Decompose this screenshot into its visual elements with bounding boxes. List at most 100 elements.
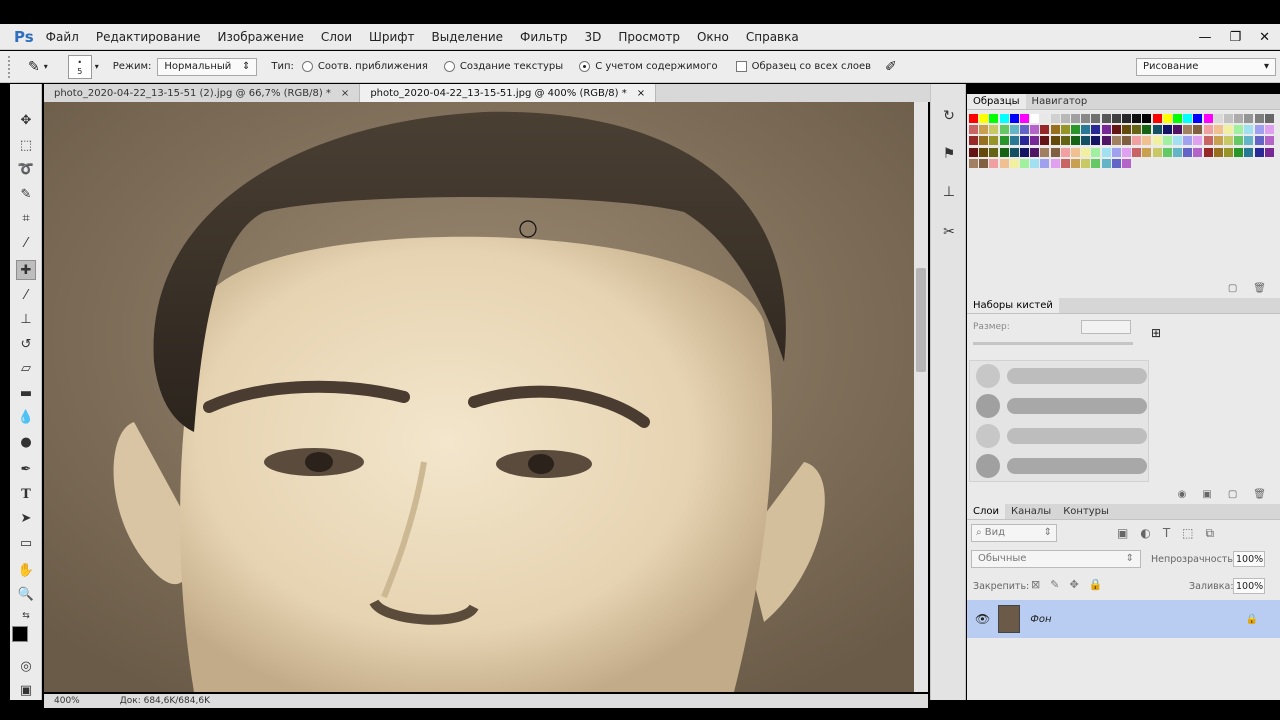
color-swatch[interactable] <box>1040 125 1050 135</box>
color-swatch[interactable] <box>1122 136 1131 146</box>
image-filter-icon[interactable]: ▣ <box>1117 526 1128 541</box>
eye-icon[interactable]: 👁 <box>975 612 990 626</box>
brush-panel-icon[interactable]: ▣ <box>1202 489 1211 500</box>
menu-type[interactable]: Шрифт <box>369 30 415 44</box>
doc-tab-2[interactable]: photo_2020-04-22_13-15-51.jpg @ 400% (RG… <box>360 84 657 102</box>
shape-filter-icon[interactable]: ⬚ <box>1182 526 1193 541</box>
brush-preset[interactable] <box>972 451 1152 481</box>
color-swatch[interactable] <box>999 147 1009 157</box>
pressure-brush-icon[interactable]: ✐ <box>885 59 897 75</box>
color-swatch[interactable] <box>1081 147 1091 157</box>
color-swatch[interactable] <box>1142 125 1152 135</box>
eraser-tool-icon[interactable]: ▱ <box>16 358 36 378</box>
crop-tool-icon[interactable]: ⌗ <box>16 208 36 228</box>
type-filter-icon[interactable]: T <box>1163 526 1170 541</box>
color-swatch[interactable] <box>1234 125 1244 135</box>
color-swatch[interactable] <box>1101 147 1111 157</box>
color-swatch[interactable] <box>969 125 978 135</box>
gradient-tool-icon[interactable]: ▬ <box>16 383 36 403</box>
spot-healing-brush-icon[interactable]: ✎ <box>28 59 40 75</box>
move-tool-icon[interactable]: ✥ <box>16 110 36 130</box>
color-swatch[interactable] <box>1111 158 1121 168</box>
menu-3d[interactable]: 3D <box>585 30 602 44</box>
color-swatch[interactable] <box>1101 136 1111 146</box>
brush-preset[interactable] <box>972 391 1152 421</box>
color-swatch[interactable] <box>1101 125 1111 135</box>
color-swatch[interactable] <box>989 147 999 157</box>
color-swatch[interactable] <box>1081 158 1091 168</box>
pen-tool-icon[interactable]: ✒ <box>16 459 36 479</box>
color-swatch[interactable] <box>1142 147 1152 157</box>
adjustment-filter-icon[interactable]: ◐ <box>1140 526 1150 541</box>
color-swatch[interactable] <box>1111 125 1121 135</box>
menu-window[interactable]: Окно <box>697 30 729 44</box>
color-swatch[interactable] <box>1030 125 1040 135</box>
tool-preset-chevron-icon[interactable]: ▾ <box>44 62 48 71</box>
color-swatch[interactable] <box>1060 147 1070 157</box>
color-swatch[interactable] <box>1030 114 1040 123</box>
color-swatch[interactable] <box>1009 158 1019 168</box>
color-swatch[interactable] <box>1030 147 1040 157</box>
color-swatch[interactable] <box>1060 158 1070 168</box>
history-panel-icon[interactable]: ↻ <box>939 106 959 126</box>
color-swatch[interactable] <box>1152 136 1162 146</box>
color-swatch[interactable] <box>1050 125 1060 135</box>
quick-mask-icon[interactable]: ◎ <box>16 656 36 676</box>
menu-image[interactable]: Изображение <box>218 30 304 44</box>
color-swatch[interactable] <box>1071 125 1080 135</box>
blend-mode-select[interactable]: Обычные ⇕ <box>971 550 1141 568</box>
delete-swatch-icon[interactable]: 🗑 <box>1253 283 1266 294</box>
color-swatch[interactable] <box>1081 114 1091 123</box>
color-swatch[interactable] <box>1091 125 1101 135</box>
color-swatch[interactable] <box>1040 147 1050 157</box>
blur-tool-icon[interactable]: 💧 <box>16 407 36 427</box>
color-swatch[interactable] <box>1254 136 1264 146</box>
history-brush-tool-icon[interactable]: ↺ <box>16 334 36 354</box>
color-swatch[interactable] <box>1132 147 1142 157</box>
close-tab-icon[interactable]: × <box>637 88 645 99</box>
color-swatch[interactable] <box>969 114 978 123</box>
color-swatch[interactable] <box>1071 147 1080 157</box>
color-swatch[interactable] <box>1081 125 1091 135</box>
workspace-select[interactable]: Рисование ▾ <box>1136 57 1276 76</box>
color-swatch[interactable] <box>1040 114 1050 123</box>
color-swatch[interactable] <box>1203 114 1213 123</box>
color-swatch[interactable] <box>1224 125 1233 135</box>
color-swatch[interactable] <box>1173 114 1182 123</box>
type-texture-radio[interactable] <box>443 61 455 72</box>
color-swatch[interactable] <box>999 114 1009 123</box>
color-swatch[interactable] <box>1203 147 1213 157</box>
color-swatch[interactable] <box>1254 125 1264 135</box>
hand-tool-icon[interactable]: ✋ <box>16 560 36 580</box>
color-swatch[interactable] <box>1224 136 1233 146</box>
brush-panel-icon[interactable]: ✂ <box>939 222 959 242</box>
brush-panel-toggle-icon[interactable]: ⊞ <box>1151 326 1161 340</box>
color-swatch[interactable] <box>1152 125 1162 135</box>
color-swatch[interactable] <box>1020 125 1029 135</box>
tab-brush-presets[interactable]: Наборы кистей <box>967 298 1059 313</box>
color-swatch[interactable] <box>1234 114 1244 123</box>
color-swatch[interactable] <box>1193 125 1203 135</box>
color-swatch[interactable] <box>1122 125 1131 135</box>
color-swatch[interactable] <box>1009 136 1019 146</box>
color-swatch[interactable] <box>1213 136 1223 146</box>
color-swatch[interactable] <box>1162 114 1172 123</box>
color-swatch[interactable] <box>999 136 1009 146</box>
color-swatch[interactable] <box>1244 114 1254 123</box>
color-swatch[interactable] <box>1213 114 1223 123</box>
new-swatch-icon[interactable]: ▢ <box>1228 283 1237 294</box>
color-swatch[interactable] <box>1081 136 1091 146</box>
tab-paths[interactable]: Контуры <box>1057 504 1115 519</box>
brush-tool-icon[interactable]: ⁄ <box>16 285 36 305</box>
color-swatch[interactable] <box>1122 114 1131 123</box>
color-swatch[interactable] <box>1030 136 1040 146</box>
color-swatch[interactable] <box>1264 125 1274 135</box>
menu-filter[interactable]: Фильтр <box>520 30 567 44</box>
color-swatch[interactable] <box>1040 158 1050 168</box>
color-swatch[interactable] <box>1213 147 1223 157</box>
color-swatch[interactable] <box>1183 147 1193 157</box>
document-canvas[interactable] <box>44 102 914 692</box>
color-swatch[interactable] <box>989 125 999 135</box>
color-swatch[interactable] <box>1122 158 1131 168</box>
restore-button[interactable]: ❐ <box>1229 30 1241 45</box>
